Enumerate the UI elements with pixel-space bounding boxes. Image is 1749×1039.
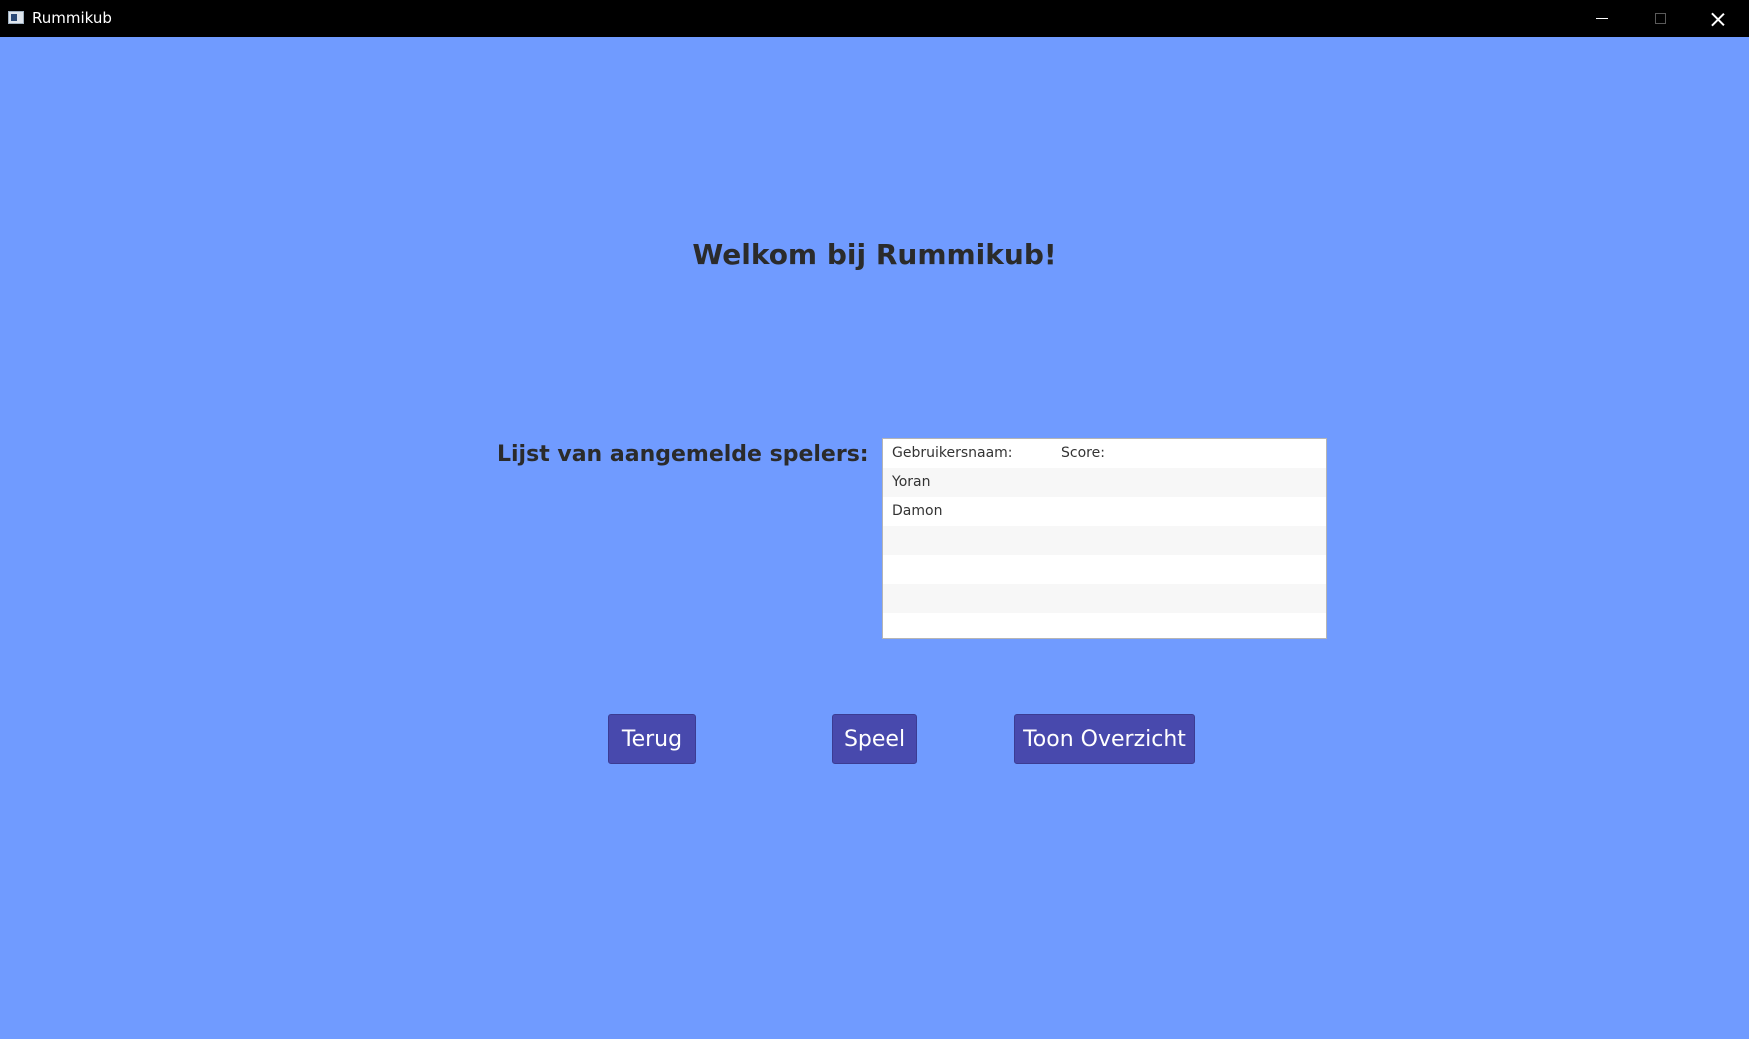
show-overview-button[interactable]: Toon Overzicht: [1014, 714, 1195, 764]
close-button[interactable]: [1689, 0, 1747, 37]
players-table[interactable]: Gebruikersnaam: Score: Yoran Damon: [882, 438, 1327, 639]
table-row[interactable]: [883, 613, 1326, 638]
column-header-username: Gebruikersnaam:: [892, 445, 1013, 461]
welcome-heading: Welkom bij Rummikub!: [692, 238, 1057, 271]
table-row[interactable]: Damon: [883, 497, 1326, 526]
table-header-row: Gebruikersnaam: Score:: [883, 439, 1326, 468]
close-icon: [1711, 12, 1725, 26]
window-title: Rummikub: [32, 9, 112, 27]
minimize-button[interactable]: [1573, 0, 1631, 37]
back-button[interactable]: Terug: [608, 714, 696, 764]
app-window: Rummikub Welkom bij Rummikub! Lijst van …: [0, 0, 1749, 1039]
minimize-icon: [1596, 18, 1608, 19]
table-row[interactable]: [883, 584, 1326, 613]
players-list-label: Lijst van aangemelde spelers:: [497, 442, 869, 467]
player-name: Damon: [892, 503, 943, 519]
player-name: Yoran: [892, 474, 931, 490]
play-button[interactable]: Speel: [832, 714, 917, 764]
table-row[interactable]: [883, 555, 1326, 584]
app-icon: [8, 11, 24, 24]
maximize-button[interactable]: [1631, 0, 1689, 37]
maximize-icon: [1654, 13, 1666, 24]
table-row[interactable]: [883, 526, 1326, 555]
column-header-score: Score:: [1061, 445, 1105, 461]
table-row[interactable]: Yoran: [883, 468, 1326, 497]
title-bar[interactable]: Rummikub: [0, 0, 1749, 37]
